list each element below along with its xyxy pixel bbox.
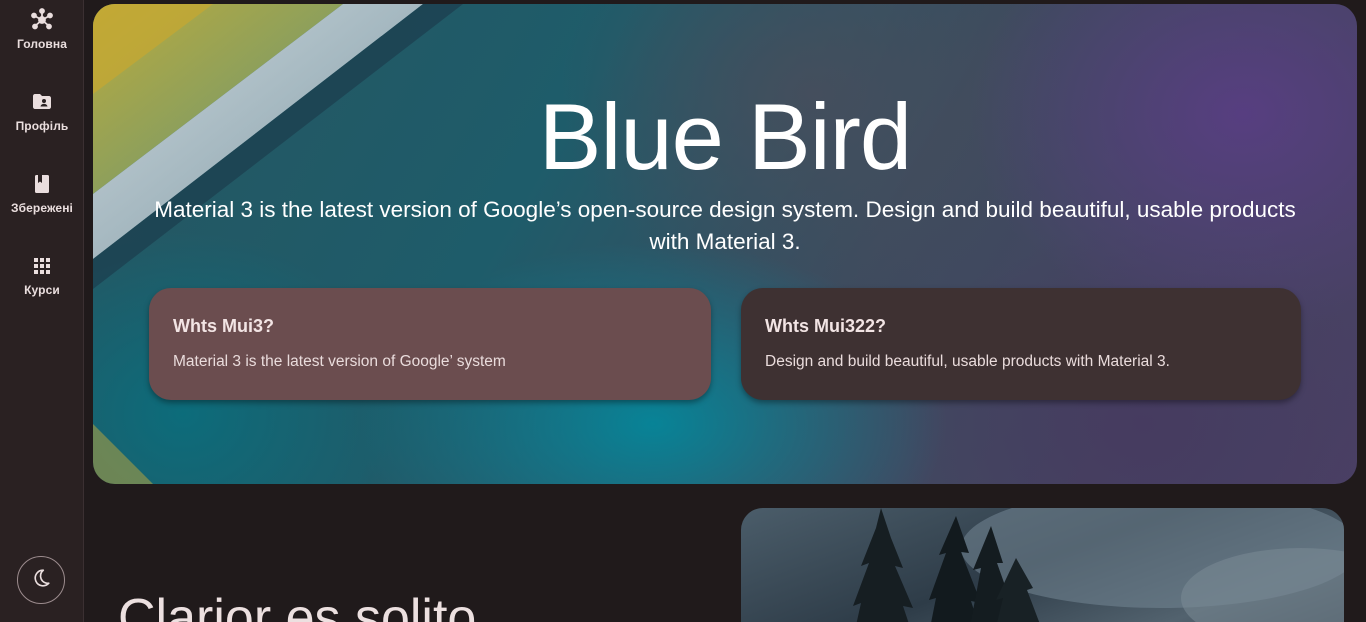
card-text: Design and build beautiful, usable produ… <box>765 353 1170 370</box>
bookmark-book-icon <box>30 172 54 196</box>
card-title: Whts Mui3? <box>173 316 274 336</box>
hero-title: Blue Bird <box>538 84 912 189</box>
folder-account-icon <box>30 90 54 114</box>
nav-item-home[interactable]: Головна <box>0 8 84 51</box>
hub-icon <box>30 8 54 32</box>
forest-photo <box>741 508 1344 622</box>
nav-label-saved: Збережені <box>11 201 73 215</box>
info-card-secondary[interactable]: Whts Mui322? Design and build beautiful,… <box>741 288 1301 400</box>
moon-icon <box>30 567 52 594</box>
hero-subtitle: Material 3 is the latest version of Goog… <box>154 197 1296 254</box>
section-heading: Clarior es solito <box>118 589 477 622</box>
apps-grid-icon <box>30 254 54 278</box>
nav-item-profile[interactable]: Профіль <box>0 90 84 133</box>
nav-label-home: Головна <box>16 37 68 51</box>
nav-label-profile: Профіль <box>15 119 69 133</box>
card-text: Material 3 is the latest version of Goog… <box>173 353 506 370</box>
card-title: Whts Mui322? <box>765 316 887 336</box>
nav-item-courses[interactable]: Курси <box>0 254 84 297</box>
app-root: Головна Профіль Збережені Курси Blue Bir… <box>0 0 1366 622</box>
hero-banner: Blue Bird Material 3 is the latest versi… <box>93 4 1357 484</box>
info-card-primary[interactable]: Whts Mui3? Material 3 is the latest vers… <box>149 288 711 400</box>
navigation-rail: Головна Профіль Збережені Курси <box>0 0 84 622</box>
forest-photo-art <box>853 508 1344 622</box>
theme-toggle-button[interactable] <box>17 556 65 604</box>
nav-label-courses: Курси <box>24 283 60 297</box>
nav-item-saved[interactable]: Збережені <box>0 172 84 215</box>
